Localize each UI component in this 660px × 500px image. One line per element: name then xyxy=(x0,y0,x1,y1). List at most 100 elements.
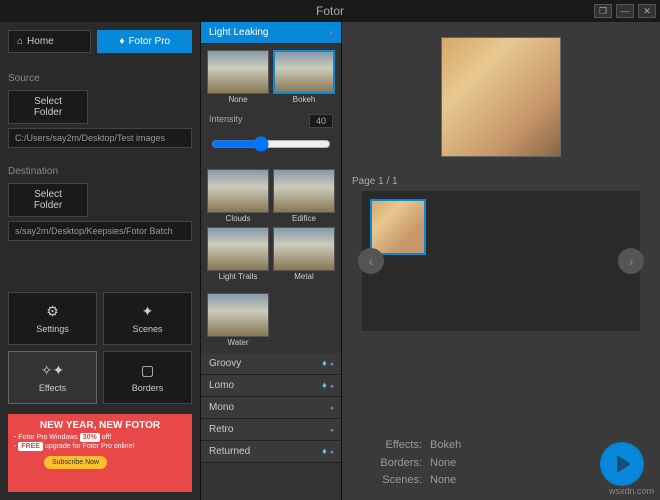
info-scenes-key: Scenes: xyxy=(358,472,422,490)
effect-thumb-edifice[interactable]: Edifice xyxy=(273,169,335,223)
effects-mode-button[interactable]: ✧✦ Effects xyxy=(8,351,97,404)
thumb-label: Bokeh xyxy=(273,95,335,104)
chevron-right-icon: › xyxy=(629,253,634,269)
effect-thumb-none[interactable]: None xyxy=(207,50,269,104)
thumb-image xyxy=(207,169,269,213)
thumb-label: Edifice xyxy=(273,214,335,223)
scenes-mode-button[interactable]: ✦ Scenes xyxy=(103,292,192,345)
expand-icon: ◂ xyxy=(329,404,333,412)
diamond-icon: ♦ xyxy=(322,358,327,368)
effect-thumbs-bottom: Water xyxy=(201,287,341,353)
window-title: Fotor xyxy=(316,4,344,18)
borders-label: Borders xyxy=(132,383,164,393)
settings-label: Settings xyxy=(36,324,69,334)
category-groovy[interactable]: Groovy♦ ◂ xyxy=(201,353,341,375)
category-returned[interactable]: Returned♦ ◂ xyxy=(201,441,341,463)
subscribe-button[interactable]: Subscribe Now xyxy=(44,456,107,469)
restore-button[interactable]: ❐ xyxy=(594,4,612,18)
thumb-image xyxy=(273,169,335,213)
thumb-image xyxy=(207,50,269,94)
effect-thumbs-top: None Bokeh xyxy=(201,44,341,110)
effect-thumb-bokeh[interactable]: Bokeh xyxy=(273,50,335,104)
expand-icon: ◂ xyxy=(329,383,333,390)
expand-icon: ◂ xyxy=(329,449,333,456)
borders-mode-button[interactable]: ▢ Borders xyxy=(103,351,192,404)
expand-icon: ◂ xyxy=(329,361,333,368)
category-lomo[interactable]: Lomo♦ ◂ xyxy=(201,375,341,397)
info-effects-key: Effects: xyxy=(358,437,422,455)
category-retro[interactable]: Retro◂ xyxy=(201,419,341,441)
intensity-slider[interactable] xyxy=(211,136,331,152)
minimize-button[interactable]: — xyxy=(616,4,634,18)
main-panel: Page 1 / 1 ‹ › Effects:Bokeh Borders:Non… xyxy=(342,22,660,500)
destination-select-folder-button[interactable]: Select Folder xyxy=(8,183,88,217)
home-button[interactable]: ⌂ Home xyxy=(8,30,91,53)
effects-label: Effects xyxy=(39,383,66,393)
thumb-image xyxy=(207,293,269,337)
fotor-pro-button[interactable]: ♦ Fotor Pro xyxy=(97,30,192,53)
watermark: wsxdn.com xyxy=(609,486,654,496)
effect-thumbs-mid: Clouds Edifice Light Trails Metal xyxy=(201,163,341,287)
info-scenes-value: None xyxy=(430,472,456,490)
info-borders-key: Borders: xyxy=(358,455,422,473)
intensity-value[interactable]: 40 xyxy=(309,114,333,128)
info-borders-value: None xyxy=(430,455,456,473)
thumb-label: Clouds xyxy=(207,214,269,223)
thumbnail-strip: ‹ › xyxy=(362,191,640,331)
window-controls: ❐ — ✕ xyxy=(594,4,656,18)
run-button[interactable] xyxy=(600,442,644,486)
close-button[interactable]: ✕ xyxy=(638,4,656,18)
chevron-left-icon: ‹ xyxy=(369,253,374,269)
thumb-label: Metal xyxy=(273,272,335,281)
effect-thumb-clouds[interactable]: Clouds xyxy=(207,169,269,223)
page-indicator: Page 1 / 1 xyxy=(342,172,660,191)
thumb-image xyxy=(207,227,269,271)
thumb-label: Water xyxy=(207,338,269,347)
preview-area xyxy=(342,22,660,172)
promo-line-1: - Fotor Pro Windows 30% off! xyxy=(14,434,186,441)
left-panel: ⌂ Home ♦ Fotor Pro Source Select Folder … xyxy=(0,22,200,500)
mode-grid: ⚙ Settings ✦ Scenes ✧✦ Effects ▢ Borders xyxy=(8,292,192,404)
next-page-button[interactable]: › xyxy=(618,248,644,274)
category-light-leaking[interactable]: Light Leaking ▾ xyxy=(201,22,341,44)
source-path-field[interactable]: C:/Users/say2m/Desktop/Test images xyxy=(8,128,192,148)
promo-banner[interactable]: NEW YEAR, NEW FOTOR - Fotor Pro Windows … xyxy=(8,414,192,492)
destination-path-field[interactable]: s/say2m/Desktop/Keepsies/Fotor Batch xyxy=(8,221,192,241)
preview-image[interactable] xyxy=(441,37,561,157)
category-mono[interactable]: Mono◂ xyxy=(201,397,341,419)
scenes-label: Scenes xyxy=(132,324,162,334)
effect-thumb-water[interactable]: Water xyxy=(207,293,269,347)
source-label: Source xyxy=(8,73,192,84)
effects-icon: ✧✦ xyxy=(41,362,64,379)
destination-label: Destination xyxy=(8,166,192,177)
thumb-label: None xyxy=(207,95,269,104)
home-icon: ⌂ xyxy=(17,36,23,47)
diamond-icon: ♦ xyxy=(322,380,327,390)
promo-line-2: - FREE upgrade for Fotor Pro online! xyxy=(14,443,186,450)
category-label: Light Leaking xyxy=(209,27,269,38)
promo-title: NEW YEAR, NEW FOTOR xyxy=(14,420,186,431)
sparkle-icon: ✦ xyxy=(142,303,154,320)
diamond-icon: ♦ xyxy=(322,446,327,456)
strip-thumbnail[interactable] xyxy=(370,199,426,255)
play-icon xyxy=(617,455,631,473)
effect-thumb-metal[interactable]: Metal xyxy=(273,227,335,281)
borders-icon: ▢ xyxy=(141,362,154,379)
source-select-folder-button[interactable]: Select Folder xyxy=(8,90,88,124)
thumb-image xyxy=(273,50,335,94)
pro-label: Fotor Pro xyxy=(128,36,170,47)
diamond-icon: ♦ xyxy=(119,36,124,47)
settings-mode-button[interactable]: ⚙ Settings xyxy=(8,292,97,345)
effect-thumb-light-trails[interactable]: Light Trails xyxy=(207,227,269,281)
prev-page-button[interactable]: ‹ xyxy=(358,248,384,274)
intensity-label: Intensity xyxy=(209,114,243,128)
thumb-label: Light Trails xyxy=(207,272,269,281)
gear-icon: ⚙ xyxy=(46,303,59,320)
expand-icon: ◂ xyxy=(329,426,333,434)
intensity-row: Intensity 40 xyxy=(201,110,341,132)
collapse-icon: ▾ xyxy=(329,29,333,37)
home-label: Home xyxy=(27,36,54,47)
effects-panel: Light Leaking ▾ None Bokeh Intensity 40 … xyxy=(200,22,342,500)
thumb-image xyxy=(273,227,335,271)
titlebar: Fotor ❐ — ✕ xyxy=(0,0,660,22)
